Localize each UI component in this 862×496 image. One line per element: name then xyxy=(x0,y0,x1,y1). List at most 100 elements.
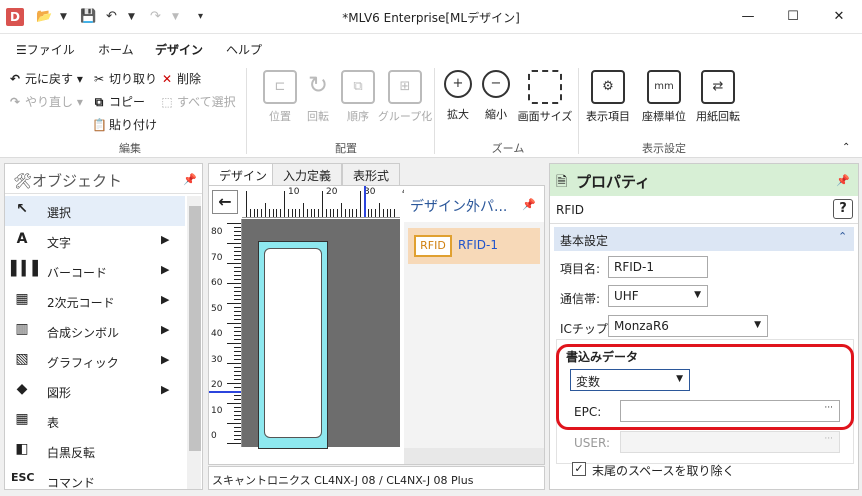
collapse-ribbon-icon[interactable]: ⌃ xyxy=(842,142,850,153)
back-button[interactable]: ← xyxy=(212,190,238,214)
barcode-icon: ▌▍▌ xyxy=(11,261,44,277)
menu-home[interactable]: ホーム xyxy=(98,41,134,58)
tab-table-format[interactable]: 表形式 xyxy=(342,163,401,185)
scroll-thumb[interactable] xyxy=(189,206,201,451)
object-item[interactable]: ESC コマンド xyxy=(5,466,185,496)
object-item[interactable]: ◧ 白黒反転 xyxy=(5,436,185,466)
pin-icon[interactable]: 📌 xyxy=(183,173,197,186)
object-item[interactable]: ▌▍▌ バーコード ▶ xyxy=(5,256,185,286)
screen-size-button[interactable]: 画面サイズ xyxy=(517,70,573,124)
band-select[interactable]: UHF ▼ xyxy=(608,285,708,307)
ruler-top: 10203040 xyxy=(242,186,413,218)
ribbon: ↶ 元に戻す ▾ ↷ やり直し ▾ ✂ 切り取り ⧉ コピー 📋 貼り付け ✕ 削除 ⬚ すべ… xyxy=(0,62,862,158)
chip-label: ICチップ: xyxy=(560,322,612,336)
object-item[interactable]: ▦ 表 xyxy=(5,406,185,436)
tab-input-definition[interactable]: 入力定義 xyxy=(272,163,343,185)
rfid-object[interactable]: RFID RFID-1 xyxy=(408,228,540,264)
trim-checkbox[interactable]: ✓ xyxy=(572,462,586,476)
ruler-tick xyxy=(234,431,241,432)
ruler-tick xyxy=(234,327,241,328)
ruler-tick xyxy=(234,395,241,396)
pin-icon[interactable]: 📌 xyxy=(836,174,850,187)
ruler-tick xyxy=(227,383,241,384)
paste-button[interactable]: 📋 貼り付け xyxy=(92,116,157,133)
group-button: ⊞ グループ化 xyxy=(377,70,433,124)
label-paper[interactable] xyxy=(258,241,328,449)
outside-panel-header: デザイン外パ... 📌 xyxy=(404,186,544,222)
ruler-tick xyxy=(234,371,241,372)
ruler-tick xyxy=(234,399,241,400)
ruler-tick xyxy=(341,203,342,217)
paper-rotate-icon: ⇄ xyxy=(701,70,735,104)
ruler-tick xyxy=(227,403,241,404)
object-item-label: 表 xyxy=(47,416,60,430)
object-item-label: 合成シンボル xyxy=(47,326,120,340)
menu-design[interactable]: デザイン xyxy=(155,41,204,64)
tab-design[interactable]: デザイン xyxy=(208,163,279,185)
ruler-tick xyxy=(325,209,327,217)
qr-icon: ▦ xyxy=(15,291,29,307)
section-basic-settings[interactable]: 基本設定 ⌃ xyxy=(554,227,854,251)
ruler-label: 40 xyxy=(211,329,223,339)
object-item[interactable]: ▦ 2次元コード ▶ xyxy=(5,286,185,316)
ruler-tick xyxy=(272,209,274,217)
maximize-button[interactable]: ☐ xyxy=(778,6,808,28)
zoom-out-button[interactable]: − 縮小 xyxy=(468,70,524,122)
object-item[interactable]: ◆ 図形 ▶ xyxy=(5,376,185,406)
ruler-tick xyxy=(234,271,241,272)
ruler-tick xyxy=(227,343,241,344)
ruler-tick xyxy=(234,407,241,408)
object-item[interactable]: ▧ グラフィック ▶ xyxy=(5,346,185,376)
paste-icon: 📋 xyxy=(92,118,107,132)
coord-unit-button[interactable]: mm 座標単位 xyxy=(636,70,692,124)
ruler-tick xyxy=(276,209,278,217)
ruler-tick xyxy=(234,411,241,412)
submenu-arrow-icon: ▶ xyxy=(161,353,170,366)
label-canvas[interactable] xyxy=(242,219,400,449)
undo-button[interactable]: ↶ 元に戻す ▾ xyxy=(8,70,83,87)
object-item[interactable]: A 文字 ▶ xyxy=(5,226,185,256)
delete-button[interactable]: ✕ 削除 xyxy=(160,70,201,87)
ruler-label: 10 xyxy=(288,187,300,197)
list-icon: ☰ xyxy=(16,43,27,57)
property-panel-header: 🗎 プロパティ 📌 xyxy=(550,164,858,196)
user-label: USER: xyxy=(574,436,610,450)
chip-select[interactable]: MonzaR6 ▼ xyxy=(608,315,768,337)
collapse-icon[interactable]: ⌃ xyxy=(838,230,847,243)
status-bar: スキャントロニクス CL4NX-J 08 / CL4NX-J 08 Plus xyxy=(208,466,545,490)
ruler-tick xyxy=(268,209,270,217)
ruler-tick xyxy=(234,315,241,316)
ruler-tick xyxy=(234,435,241,436)
paper-rotate-button[interactable]: ⇄ 用紙回転 xyxy=(690,70,746,124)
close-button[interactable]: ✕ xyxy=(824,6,854,28)
delete-icon: ✕ xyxy=(161,72,173,86)
submenu-arrow-icon: ▶ xyxy=(161,233,170,246)
horizontal-scrollbar[interactable] xyxy=(404,448,544,464)
ruler-tick xyxy=(234,259,241,260)
ruler-tick xyxy=(310,209,312,217)
ruler-tick xyxy=(394,209,396,217)
display-items-button[interactable]: ⚙ 表示項目 xyxy=(580,70,636,124)
object-type: RFID xyxy=(556,203,585,217)
menu-help[interactable]: ヘルプ xyxy=(226,41,262,58)
ruler-tick xyxy=(234,295,241,296)
copy-button[interactable]: ⧉ コピー xyxy=(92,93,145,110)
ruler-tick xyxy=(227,423,241,424)
ruler-tick xyxy=(287,209,289,217)
menu-file[interactable]: ☰ファイル xyxy=(16,41,75,58)
ruler-tick xyxy=(249,209,251,217)
minimize-button[interactable]: — xyxy=(733,6,763,28)
divider xyxy=(246,68,247,154)
help-button[interactable]: ? xyxy=(833,199,853,219)
label-printable-area[interactable] xyxy=(264,248,322,438)
object-item[interactable]: ▥ 合成シンボル ▶ xyxy=(5,316,185,346)
rfid-icon: RFID xyxy=(414,235,452,257)
item-name-field[interactable]: RFID-1 xyxy=(608,256,708,278)
ruler-tick xyxy=(234,419,241,420)
ruler-tick xyxy=(246,191,247,217)
cut-button[interactable]: ✂ 切り取り xyxy=(92,70,157,87)
ruler-tick xyxy=(382,209,384,217)
object-item[interactable]: ↖ 選択 xyxy=(5,196,185,226)
object-panel-title: 🛠オブジェクト xyxy=(13,172,123,190)
pin-icon[interactable]: 📌 xyxy=(522,198,536,211)
